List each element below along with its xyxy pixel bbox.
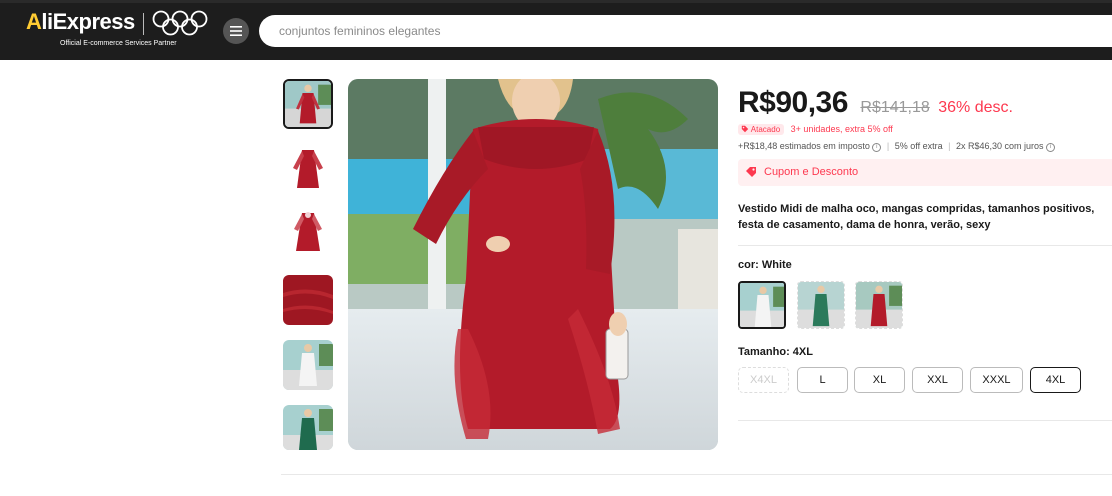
swatch-image [856,282,902,328]
size-option-l[interactable]: L [797,367,848,393]
partner-tagline: Official E-commerce Services Partner [60,40,177,47]
size-option-x4xl[interactable]: X4XL [738,367,789,393]
logo-divider [143,13,144,35]
swatch-image [740,283,784,327]
dress-photo [348,79,718,450]
coupon-label: Cupom e Desconto [764,166,859,178]
badge-label: Atacado [750,125,781,134]
coupon-button[interactable]: Cupom e Desconto [738,159,1112,186]
divider [738,420,1112,421]
tax-row: +R$18,48 estimados em imposto i | 5% off… [738,141,1056,152]
thumbnail-image [283,340,333,390]
product-title: Vestido Midi de malha oco, mangas compri… [738,203,1095,231]
header-strip [0,0,1112,3]
divider [738,245,1112,246]
wholesale-badge: Atacado [738,124,785,135]
thumbnail-image [283,275,333,325]
separator: | [948,141,951,151]
bottom-divider [281,474,1112,475]
color-label: cor: White [738,259,792,271]
hamburger-icon [230,26,242,36]
top-header: AliExpress Official E-commerce Services … [0,0,1112,60]
color-swatch-green[interactable] [797,281,845,329]
color-swatch-red[interactable] [855,281,903,329]
thumbnail-5[interactable] [283,340,333,390]
swatch-image [798,282,844,328]
color-swatch-white[interactable] [738,281,786,329]
size-label: Tamanho: 4XL [738,346,813,358]
tax-text: +R$18,48 estimados em imposto [738,141,870,151]
thumbnail-3[interactable] [283,209,333,259]
thumbnail-6[interactable] [283,405,333,450]
wholesale-text: 3+ unidades, extra 5% off [790,124,893,134]
tag-icon [741,125,749,133]
search-input[interactable] [259,15,1112,47]
info-icon[interactable]: i [1046,143,1056,152]
thumbnail-image [283,209,333,259]
thumbnail-image [285,81,331,127]
separator: | [886,141,890,151]
size-option-xl[interactable]: XL [854,367,905,393]
thumbnail-1[interactable] [283,79,333,129]
installments-text: 2x R$46,30 com juros [955,141,1044,151]
thumbnail-image [283,144,333,194]
info-icon[interactable]: i [872,143,882,152]
extra-discount-text: 5% off extra [894,141,943,151]
thumbnail-image [283,405,333,450]
original-price: R$141,18 [860,99,930,116]
wholesale-row: Atacado 3+ unidades, extra 5% off [738,124,893,135]
discount-label: 36% desc. [938,99,1013,116]
menu-button[interactable] [223,18,249,44]
aliexpress-logo[interactable]: AliExpress [26,9,135,35]
thumbnail-4[interactable] [283,275,333,325]
tag-icon [746,167,756,177]
price-row: R$90,36 R$141,18 36% desc. [738,86,1013,120]
olympic-rings-icon [152,10,208,36]
size-option-xxxl[interactable]: XXXL [970,367,1023,393]
size-option-xxl[interactable]: XXL [912,367,963,393]
size-option-4xl[interactable]: 4XL [1030,367,1081,393]
main-product-image[interactable] [348,79,718,450]
thumbnail-2[interactable] [283,144,333,194]
current-price: R$90,36 [738,86,848,119]
